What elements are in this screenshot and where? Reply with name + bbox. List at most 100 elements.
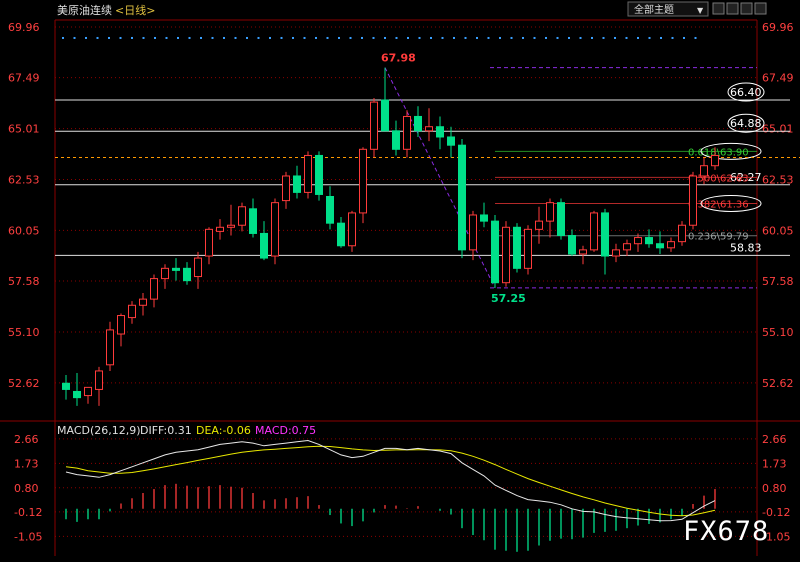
candle[interactable] (62, 375, 70, 400)
candle-body[interactable] (524, 228, 532, 269)
candle[interactable] (678, 221, 686, 246)
candle[interactable] (348, 210, 356, 252)
candle[interactable] (205, 227, 213, 265)
candle-body[interactable] (590, 212, 598, 251)
candle-body[interactable] (601, 212, 609, 257)
candle[interactable] (84, 386, 92, 404)
close-icon[interactable] (754, 2, 767, 15)
candle-body[interactable] (491, 220, 499, 284)
candle-body[interactable] (95, 370, 103, 390)
candle-body[interactable] (117, 315, 125, 335)
candle-body[interactable] (128, 304, 136, 319)
candle-body[interactable] (513, 226, 521, 269)
candle[interactable] (524, 225, 532, 275)
grid-icon-frame[interactable] (712, 2, 725, 15)
candle[interactable] (590, 210, 598, 252)
candle-body[interactable] (645, 237, 653, 245)
candle[interactable] (359, 147, 367, 224)
candle[interactable] (491, 214, 499, 288)
candle-body[interactable] (568, 234, 576, 255)
candle-body[interactable] (348, 212, 356, 247)
candle-body[interactable] (425, 126, 433, 132)
candle[interactable] (150, 274, 158, 308)
candle-body[interactable] (293, 175, 301, 193)
candle[interactable] (645, 229, 653, 248)
candle[interactable] (502, 221, 510, 287)
candle-body[interactable] (502, 226, 510, 284)
candle-body[interactable] (84, 386, 92, 397)
close-icon-frame[interactable] (754, 2, 767, 15)
candle[interactable] (95, 366, 103, 406)
candle-body[interactable] (480, 214, 488, 222)
candle-body[interactable] (106, 329, 114, 366)
candle[interactable] (656, 231, 664, 254)
candle[interactable] (249, 198, 257, 238)
candle[interactable] (634, 233, 642, 252)
candle-body[interactable] (271, 202, 279, 257)
candle[interactable] (381, 67, 389, 132)
candle[interactable] (612, 243, 620, 263)
candle-body[interactable] (579, 249, 587, 255)
candle[interactable] (216, 219, 224, 240)
candle-body[interactable] (711, 154, 719, 167)
grid-icon[interactable] (712, 2, 725, 15)
candle-body[interactable] (249, 208, 257, 234)
candle[interactable] (403, 110, 411, 158)
candle[interactable] (337, 217, 345, 248)
candle-body[interactable] (535, 220, 543, 230)
candle[interactable] (117, 313, 125, 347)
candle-body[interactable] (370, 101, 378, 150)
candle-body[interactable] (304, 154, 312, 193)
candle[interactable] (161, 264, 169, 289)
candle-body[interactable] (557, 202, 565, 236)
candle-body[interactable] (238, 206, 246, 226)
candle-body[interactable] (469, 214, 477, 251)
candle[interactable] (315, 151, 323, 201)
candle[interactable] (689, 171, 697, 230)
candle[interactable] (425, 108, 433, 142)
candle-body[interactable] (150, 278, 158, 300)
candle-body[interactable] (205, 228, 213, 257)
candle[interactable] (227, 204, 235, 236)
candle-body[interactable] (161, 267, 169, 280)
candle-body[interactable] (403, 115, 411, 150)
candle-body[interactable] (623, 243, 631, 251)
candle[interactable] (568, 229, 576, 257)
candle[interactable] (623, 239, 631, 257)
candle-body[interactable] (315, 154, 323, 195)
candle-body[interactable] (326, 196, 334, 224)
minimize-icon[interactable] (740, 2, 753, 15)
candle[interactable] (392, 120, 400, 156)
candle-body[interactable] (216, 226, 224, 232)
candle[interactable] (194, 251, 202, 289)
candle[interactable] (106, 321, 114, 371)
candle-body[interactable] (183, 267, 191, 282)
candle-body[interactable] (436, 126, 444, 138)
candle-body[interactable] (227, 224, 235, 228)
candle[interactable] (271, 198, 279, 265)
candle-body[interactable] (392, 130, 400, 150)
candle-body[interactable] (612, 249, 620, 257)
candle[interactable] (667, 237, 675, 252)
candle-body[interactable] (282, 175, 290, 202)
minimize-icon-frame[interactable] (740, 2, 753, 15)
candle-body[interactable] (194, 257, 202, 278)
candle[interactable] (326, 186, 334, 230)
candle[interactable] (293, 165, 301, 199)
candle-body[interactable] (689, 175, 697, 226)
list-icon-frame[interactable] (726, 2, 739, 15)
candle[interactable] (172, 258, 180, 281)
candle[interactable] (436, 116, 444, 150)
candle[interactable] (139, 292, 147, 316)
candle-body[interactable] (381, 99, 389, 132)
candle[interactable] (238, 202, 246, 232)
candle[interactable] (414, 106, 422, 137)
candle[interactable] (535, 206, 543, 244)
candle[interactable] (282, 171, 290, 209)
candle-body[interactable] (678, 224, 686, 243)
candle-body[interactable] (359, 148, 367, 214)
candle[interactable] (469, 210, 477, 261)
candle-body[interactable] (73, 390, 81, 399)
candle[interactable] (183, 262, 191, 285)
candle-body[interactable] (546, 202, 554, 222)
